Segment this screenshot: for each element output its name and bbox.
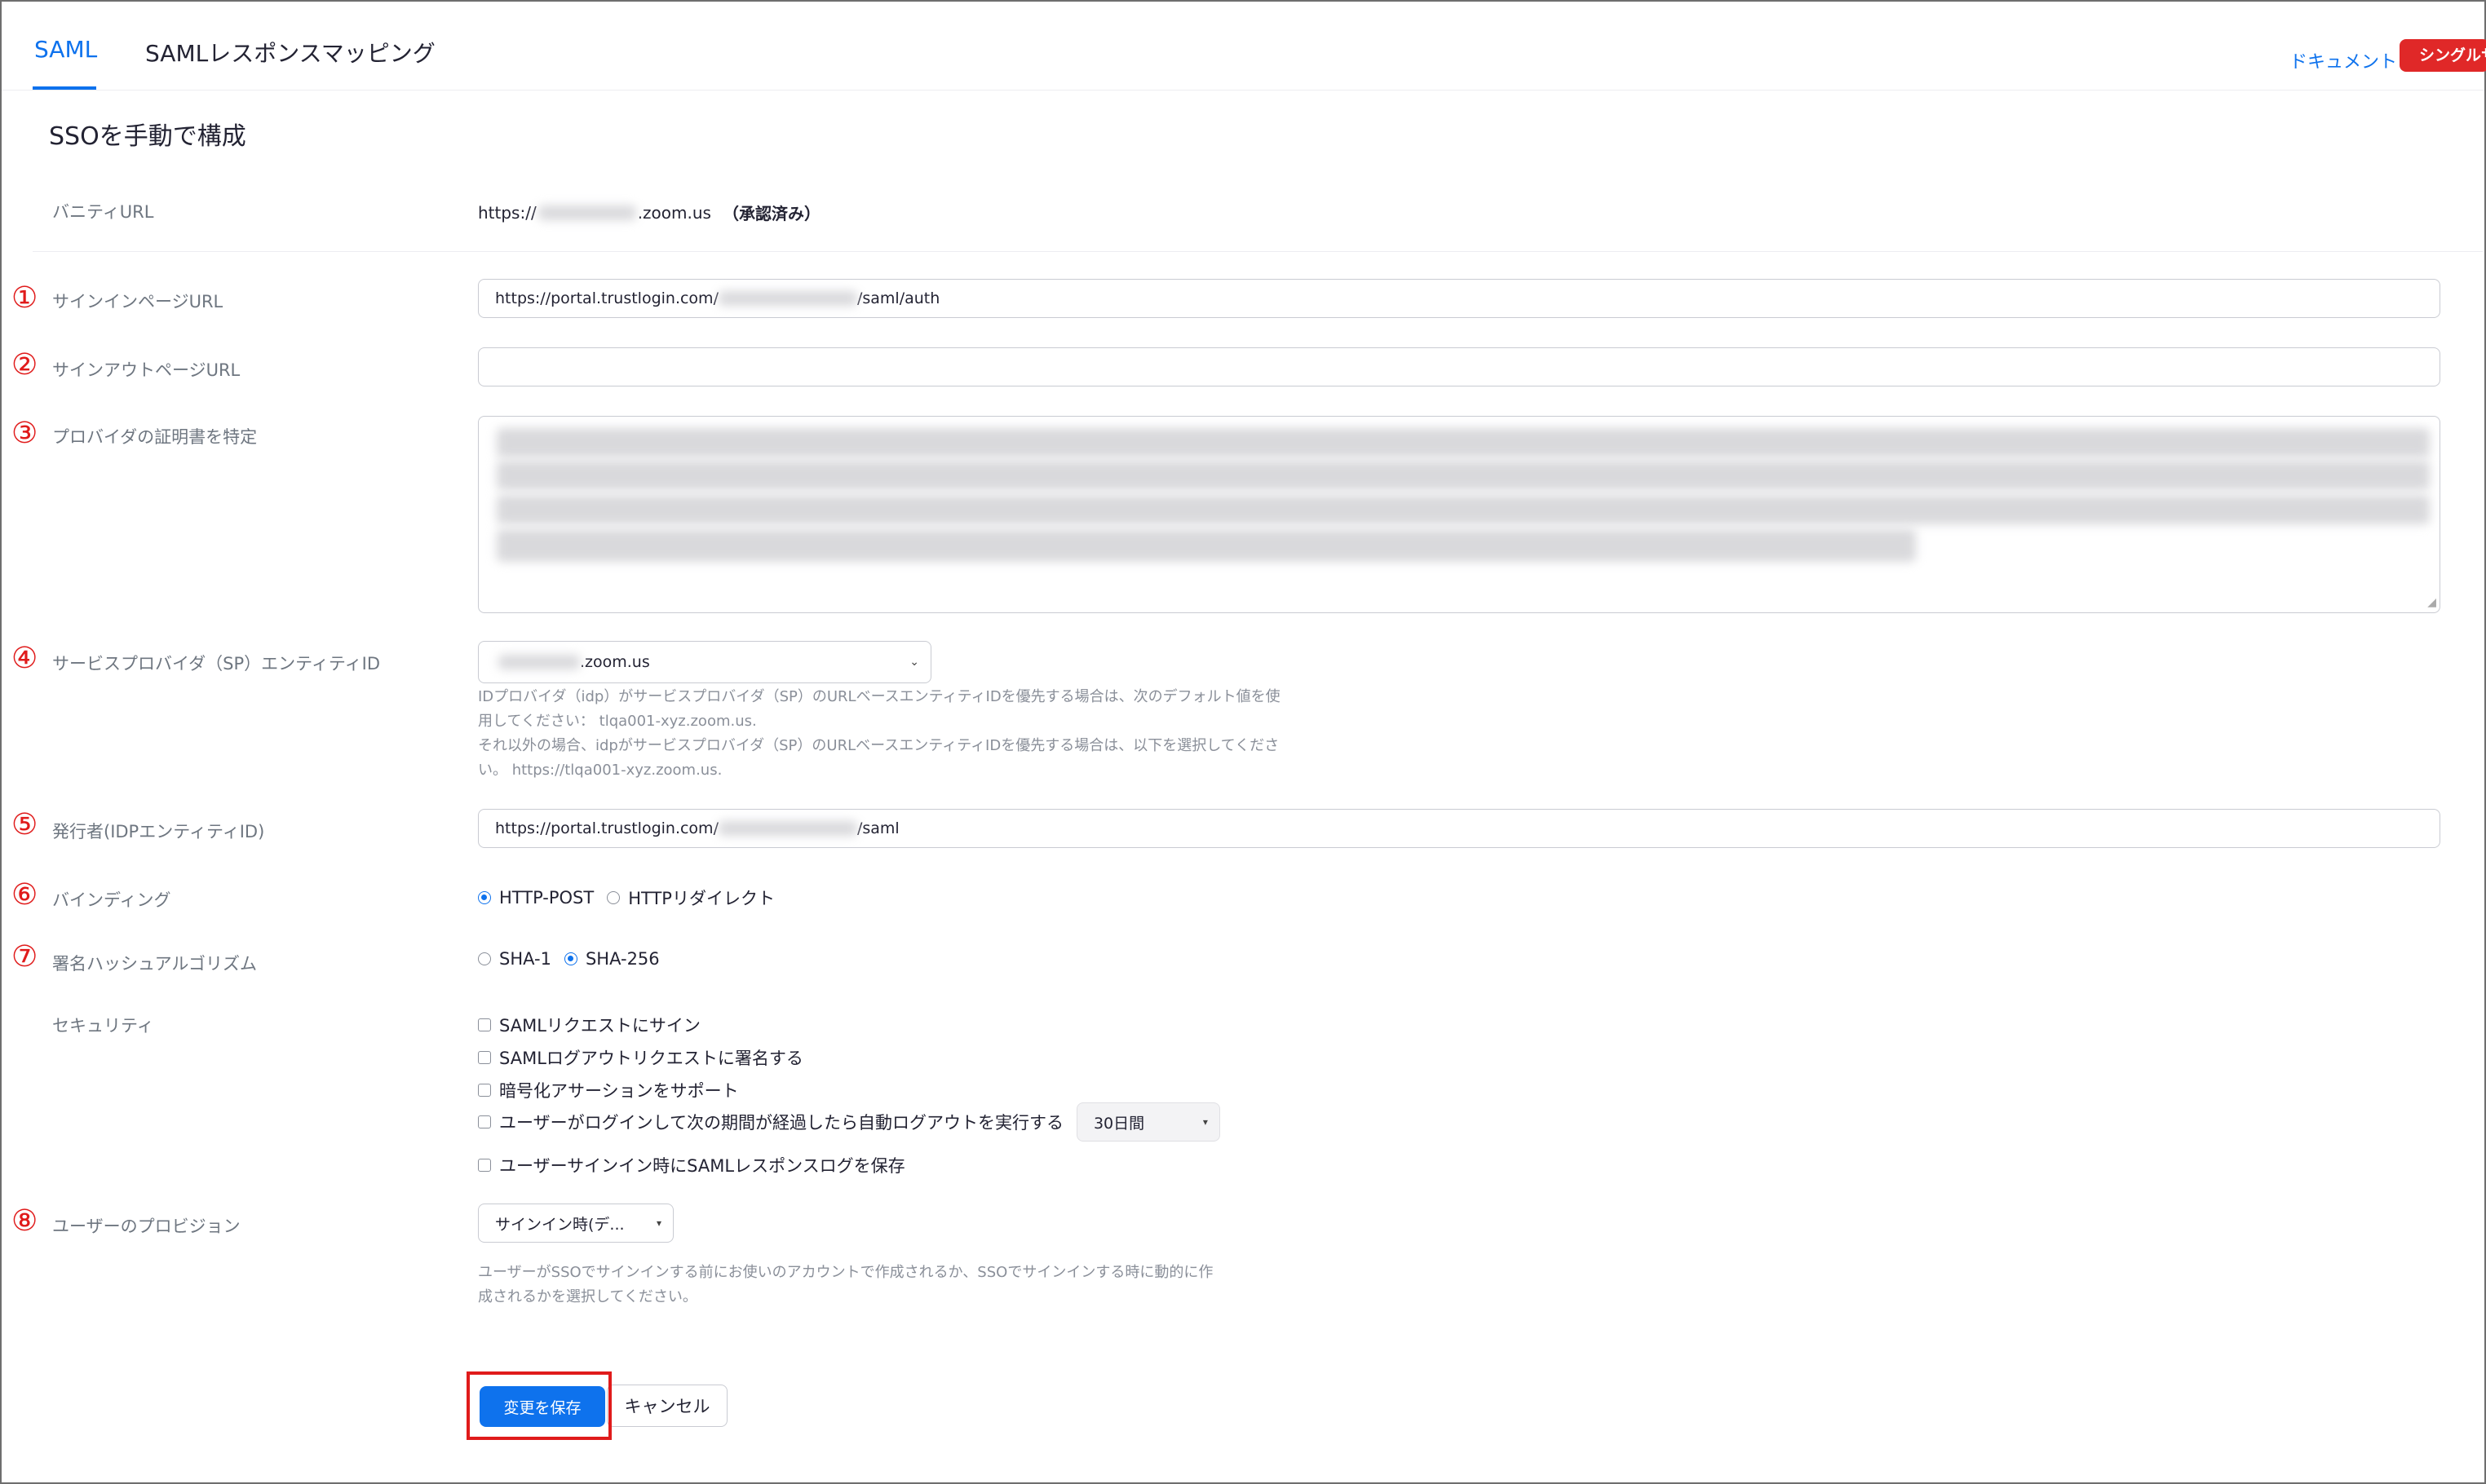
sp-entity-id-label: サービスプロバイダ（SP）エンティティID — [52, 654, 380, 674]
redacted-certificate-line — [497, 529, 1916, 562]
binding-http-redirect-radio[interactable] — [607, 891, 621, 904]
security-option-label: SAMLログアウトリクエストに署名する — [499, 1049, 803, 1068]
document-link[interactable]: ドキュメント — [2289, 47, 2397, 73]
hash-option-label: SHA-1 — [499, 949, 551, 969]
hash-sha256-radio[interactable] — [564, 952, 577, 965]
help-line: ユーザーがSSOでサインインする前にお使いのアカウントで作成されるか、SSOでサ… — [478, 1264, 1214, 1281]
vanity-url-label: バニティURL — [52, 202, 154, 222]
annotation-number-8: ⑧ — [11, 1204, 38, 1238]
issuer-prefix: https://portal.trustlogin.com/ — [495, 819, 719, 837]
caret-down-icon: ▾ — [656, 1217, 661, 1229]
single-sign-on-button[interactable]: シングルサ — [2400, 39, 2486, 72]
section-divider — [33, 251, 2483, 252]
save-response-log-checkbox[interactable] — [478, 1159, 491, 1172]
tab-saml-response-mapping[interactable]: SAMLレスポンスマッピング — [145, 36, 436, 68]
tab-saml[interactable]: SAML — [34, 36, 97, 63]
certificate-textarea[interactable]: ◢ — [478, 416, 2440, 613]
binding-option-label: HTTPリダイレクト — [628, 889, 775, 908]
security-option-label: ユーザーがログインして次の期間が経過したら自動ログアウトを実行する — [499, 1113, 1064, 1133]
security-option-label: SAMLリクエストにサイン — [499, 1016, 701, 1036]
redacted-text — [537, 205, 636, 220]
annotation-number-5: ⑤ — [11, 808, 38, 841]
security-option: SAMLログアウトリクエストに署名する — [478, 1045, 803, 1070]
help-line: それ以外の場合、idpがサービスプロバイダ（SP）のURLベースエンティティID… — [478, 737, 1280, 754]
help-line: IDプロバイダ（idp）がサービスプロバイダ（SP）のURLベースエンティティI… — [478, 688, 1281, 705]
security-option-label: ユーザーサインイン時にSAMLレスポンスログを保存 — [499, 1156, 905, 1176]
sp-entity-selected-suffix: .zoom.us — [580, 653, 650, 671]
issuer-input[interactable]: https://portal.trustlogin.com/ /saml — [478, 809, 2440, 848]
security-option-label: 暗号化アサーションをサポート — [499, 1081, 739, 1101]
hash-radio-group: SHA-1 SHA-256 — [478, 949, 660, 969]
redacted-text — [498, 655, 580, 669]
caret-down-icon: ▾ — [1202, 1116, 1208, 1128]
resize-handle-icon[interactable]: ◢ — [2427, 596, 2436, 609]
annotation-number-7: ⑦ — [11, 940, 38, 974]
binding-label: バインディング — [52, 890, 171, 910]
cancel-button[interactable]: キャンセル — [607, 1385, 728, 1427]
period-value: 30日間 — [1093, 1114, 1145, 1133]
signin-url-input[interactable]: https://portal.trustlogin.com/ /saml/aut… — [478, 279, 2440, 318]
binding-http-post-radio[interactable] — [478, 891, 491, 904]
redacted-certificate-line — [497, 461, 2430, 490]
signin-url-suffix: /saml/auth — [856, 289, 940, 307]
vanity-suffix: .zoom.us — [637, 202, 711, 223]
saml-logout-sign-checkbox[interactable] — [478, 1051, 491, 1064]
encrypted-assertion-checkbox[interactable] — [478, 1084, 491, 1097]
annotation-number-2: ② — [11, 348, 38, 382]
redacted-text — [718, 291, 857, 306]
help-line: 成されるかを選択してください。 — [478, 1288, 697, 1305]
provision-help: ユーザーがSSOでサインインする前にお使いのアカウントで作成されるか、SSOでサ… — [478, 1261, 1213, 1310]
security-option: ユーザーサインイン時にSAMLレスポンスログを保存 — [478, 1153, 905, 1177]
saml-request-sign-checkbox[interactable] — [478, 1018, 491, 1031]
annotation-number-6: ⑥ — [11, 878, 38, 912]
help-line: 用してください： tlqa001-xyz.zoom.us. — [478, 713, 757, 730]
vanity-status: （承認済み） — [722, 204, 821, 223]
user-provision-select[interactable]: サインイン時(デ... ▾ — [478, 1204, 674, 1243]
redacted-text — [718, 821, 857, 836]
annotation-number-1: ① — [11, 281, 38, 315]
security-option: SAMLリクエストにサイン — [478, 1013, 701, 1037]
annotation-highlight-box — [467, 1371, 612, 1440]
user-provision-label: ユーザーのプロビジョン — [52, 1217, 241, 1236]
issuer-label: 発行者(IDPエンティティID) — [52, 822, 265, 841]
signin-url-prefix: https://portal.trustlogin.com/ — [495, 289, 719, 307]
certificate-label: プロバイダの証明書を特定 — [52, 427, 258, 447]
annotation-number-3: ③ — [11, 417, 38, 450]
binding-radio-group: HTTP-POST HTTPリダイレクト — [478, 886, 775, 910]
signout-url-label: サインアウトページURL — [52, 360, 241, 380]
redacted-certificate-line — [497, 428, 2430, 457]
security-option: 暗号化アサーションをサポート — [478, 1078, 739, 1102]
provision-value: サインイン時(デ... — [495, 1215, 625, 1234]
hash-algorithm-label: 署名ハッシュアルゴリズム — [52, 954, 257, 974]
sp-entity-help: IDプロバイダ（idp）がサービスプロバイダ（SP）のURLベースエンティティI… — [478, 685, 1281, 783]
sp-entity-id-select[interactable]: .zoom.us ⌄ — [478, 641, 931, 683]
annotation-number-4: ④ — [11, 642, 38, 675]
tab-divider — [2, 90, 2484, 91]
binding-option-label: HTTP-POST — [499, 888, 595, 908]
hash-option-label: SHA-256 — [585, 949, 660, 969]
chevron-down-icon: ⌄ — [909, 656, 919, 669]
signin-url-label: サインインページURL — [52, 292, 223, 311]
security-label: セキュリティ — [52, 1016, 154, 1036]
signout-url-input[interactable] — [478, 347, 2440, 386]
vanity-prefix: https:// — [478, 202, 537, 223]
vanity-url-value: https:// .zoom.us （承認済み） — [478, 201, 821, 224]
help-line: い。 https://tlqa001-xyz.zoom.us. — [478, 762, 723, 779]
security-option: ユーザーがログインして次の期間が経過したら自動ログアウトを実行する 30日間 ▾ — [478, 1102, 1220, 1142]
auto-logout-checkbox[interactable] — [478, 1115, 491, 1128]
auto-logout-period-select[interactable]: 30日間 ▾ — [1076, 1102, 1220, 1142]
hash-sha1-radio[interactable] — [478, 952, 491, 965]
issuer-suffix: /saml — [856, 819, 900, 837]
redacted-certificate-line — [497, 495, 2430, 524]
section-title: SSOを手動で構成 — [49, 122, 246, 151]
